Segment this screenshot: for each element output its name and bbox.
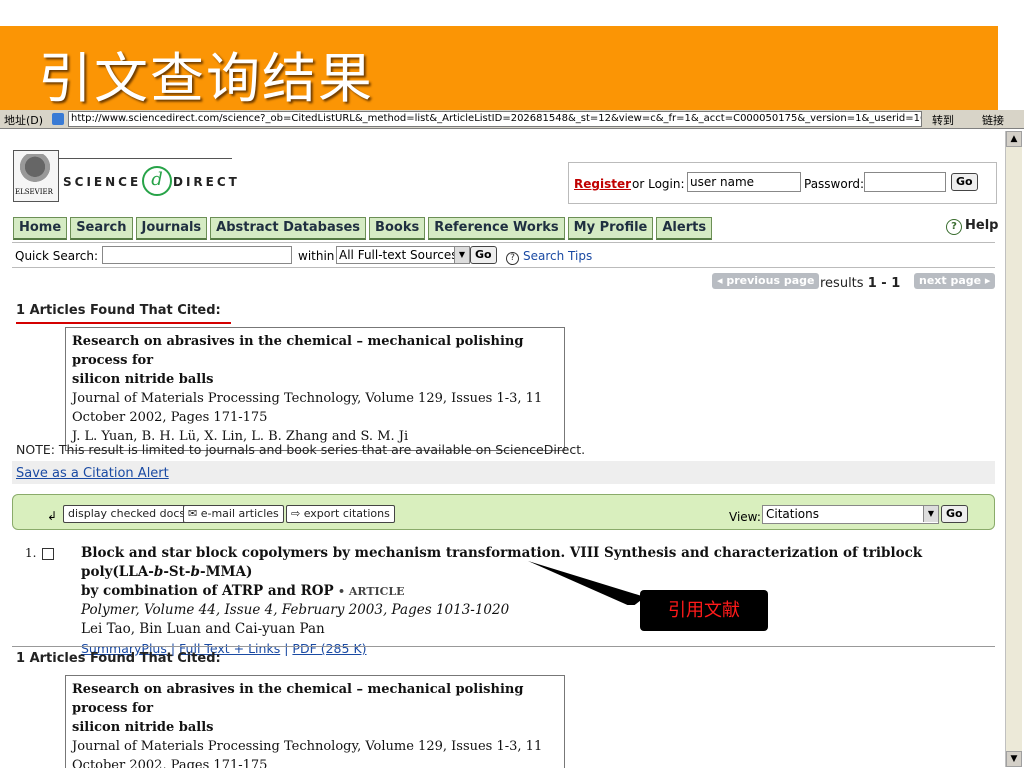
results-toolbar: ↲ display checked docs ✉ e-mail articles… bbox=[12, 494, 995, 530]
export-citations-button[interactable]: ⇨ export citations bbox=[286, 505, 395, 523]
display-checked-docs-button[interactable]: display checked docs bbox=[63, 505, 191, 523]
envelope-icon: ✉ bbox=[188, 507, 201, 520]
export-citations-label: export citations bbox=[303, 507, 390, 520]
slide-title: 引文查询结果 bbox=[38, 47, 374, 110]
view-go-button[interactable]: Go bbox=[941, 505, 968, 523]
pdf-link[interactable]: PDF (285 K) bbox=[292, 641, 366, 656]
cited-title-line1: Research on abrasives in the chemical – … bbox=[72, 682, 524, 716]
view-select-value: Citations bbox=[766, 507, 820, 521]
publisher-label: ELSEVIER bbox=[15, 188, 53, 196]
nav-abstract-databases[interactable]: Abstract Databases bbox=[210, 217, 367, 240]
search-tips-link[interactable]: ? Search Tips bbox=[506, 249, 592, 265]
link-separator: | bbox=[284, 641, 289, 656]
results-count: results 1 - 1 bbox=[820, 276, 900, 291]
article-number: 1. bbox=[25, 546, 37, 560]
help-link[interactable]: ? Help bbox=[946, 218, 998, 235]
nav-alerts[interactable]: Alerts bbox=[656, 217, 713, 240]
elsevier-logo[interactable]: ELSEVIER bbox=[13, 150, 59, 202]
password-label: Password: bbox=[804, 177, 865, 191]
or-login-label: or Login: bbox=[632, 177, 685, 191]
help-icon: ? bbox=[946, 219, 962, 235]
results-prefix: results bbox=[820, 276, 864, 291]
callout-pointer bbox=[528, 561, 645, 605]
help-label: Help bbox=[965, 218, 999, 233]
quick-search-input[interactable] bbox=[102, 246, 292, 264]
previous-page-button[interactable]: ◂ previous page bbox=[712, 273, 820, 289]
sciencedirect-d-icon: d bbox=[142, 166, 172, 196]
cited-title-line1: Research on abrasives in the chemical – … bbox=[72, 334, 524, 368]
cited-found-heading-2: 1 Articles Found That Cited: bbox=[16, 651, 221, 666]
cited-title-line2: silicon nitride balls bbox=[72, 372, 214, 387]
chevron-down-icon[interactable]: ▼ bbox=[454, 247, 469, 263]
brand-science: SCIENCE bbox=[63, 175, 142, 189]
cited-article-box-2: Research on abrasives in the chemical – … bbox=[65, 675, 565, 768]
scroll-up-icon[interactable]: ▲ bbox=[1006, 131, 1022, 147]
save-alert-bar: Save as a Citation Alert bbox=[12, 461, 995, 484]
url-field[interactable]: http://www.sciencedirect.com/science?_ob… bbox=[68, 111, 922, 127]
password-input[interactable] bbox=[864, 172, 946, 192]
scroll-down-icon[interactable]: ▼ bbox=[1006, 751, 1022, 767]
availability-note: NOTE: This result is limited to journals… bbox=[16, 442, 586, 457]
red-underline-annotation bbox=[16, 322, 231, 324]
cited-journal-line1: Journal of Materials Processing Technolo… bbox=[72, 391, 543, 406]
cited-title-line2: silicon nitride balls bbox=[72, 720, 214, 735]
corner-arrow-icon: ↲ bbox=[47, 509, 58, 523]
nav-my-profile[interactable]: My Profile bbox=[567, 217, 654, 240]
callout-label: 引用文献 bbox=[640, 590, 768, 631]
export-icon: ⇨ bbox=[291, 507, 304, 520]
page-content: ELSEVIER SCIENCE d DIRECT Register or Lo… bbox=[0, 130, 1004, 768]
view-select[interactable]: Citations ▼ bbox=[762, 505, 939, 524]
elsevier-tree-icon bbox=[19, 154, 51, 186]
logo-divider bbox=[58, 158, 232, 159]
nav-search[interactable]: Search bbox=[70, 217, 133, 240]
browser-address-bar: 地址(D) http://www.sciencedirect.com/scien… bbox=[0, 110, 1024, 129]
quick-search-label: Quick Search: bbox=[15, 249, 99, 263]
quick-search-go-button[interactable]: Go bbox=[470, 246, 497, 264]
nav-books[interactable]: Books bbox=[369, 217, 426, 240]
email-articles-label: e-mail articles bbox=[200, 507, 279, 520]
username-input[interactable]: user name bbox=[687, 172, 801, 192]
nav-journals[interactable]: Journals bbox=[135, 217, 208, 240]
address-go-button[interactable]: 转到 bbox=[932, 112, 954, 128]
callout-pointer-shape bbox=[528, 561, 645, 605]
nav-home[interactable]: Home bbox=[13, 217, 68, 240]
source-select[interactable]: All Full-text Sources ▼ bbox=[336, 246, 470, 264]
view-label: View: bbox=[729, 510, 761, 524]
email-articles-button[interactable]: ✉ e-mail articles bbox=[183, 505, 284, 523]
next-page-button[interactable]: next page ▸ bbox=[914, 273, 996, 289]
register-link[interactable]: Register bbox=[574, 177, 631, 191]
cited-journal-line2: October 2002, Pages 171-175 bbox=[72, 758, 268, 768]
search-tips-label: Search Tips bbox=[523, 249, 593, 263]
question-icon: ? bbox=[506, 252, 519, 265]
cited-journal-line1: Journal of Materials Processing Technolo… bbox=[72, 739, 543, 754]
article-authors: Lei Tao, Bin Luan and Cai-yuan Pan bbox=[81, 621, 325, 637]
ie-page-icon bbox=[52, 113, 64, 125]
article-checkbox[interactable] bbox=[42, 548, 54, 560]
results-range: 1 - 1 bbox=[867, 276, 901, 291]
article-type-tag: • ARTICLE bbox=[338, 585, 405, 598]
login-panel: Register or Login: user name Password: G… bbox=[568, 162, 997, 204]
source-select-value: All Full-text Sources bbox=[339, 248, 458, 262]
within-label: within bbox=[298, 249, 335, 263]
cited-article-box: Research on abrasives in the chemical – … bbox=[65, 327, 565, 451]
address-label: 地址(D) bbox=[4, 114, 44, 127]
quick-search-bar: Quick Search: within All Full-text Sourc… bbox=[12, 242, 995, 268]
section-divider bbox=[12, 646, 995, 647]
cited-found-heading: 1 Articles Found That Cited: bbox=[16, 303, 221, 318]
cited-journal-line2: October 2002, Pages 171-175 bbox=[72, 410, 268, 425]
chevron-down-icon[interactable]: ▼ bbox=[923, 506, 938, 522]
nav-reference-works[interactable]: Reference Works bbox=[428, 217, 565, 240]
save-citation-alert-link[interactable]: Save as a Citation Alert bbox=[16, 466, 169, 481]
vertical-scrollbar[interactable]: ▲ ▼ bbox=[1005, 131, 1022, 767]
brand-direct: DIRECT bbox=[173, 175, 240, 189]
login-go-button[interactable]: Go bbox=[951, 173, 978, 191]
main-nav: Home Search Journals Abstract Databases Book… bbox=[13, 216, 715, 240]
links-toolbar-button[interactable]: 链接 bbox=[982, 112, 1004, 128]
